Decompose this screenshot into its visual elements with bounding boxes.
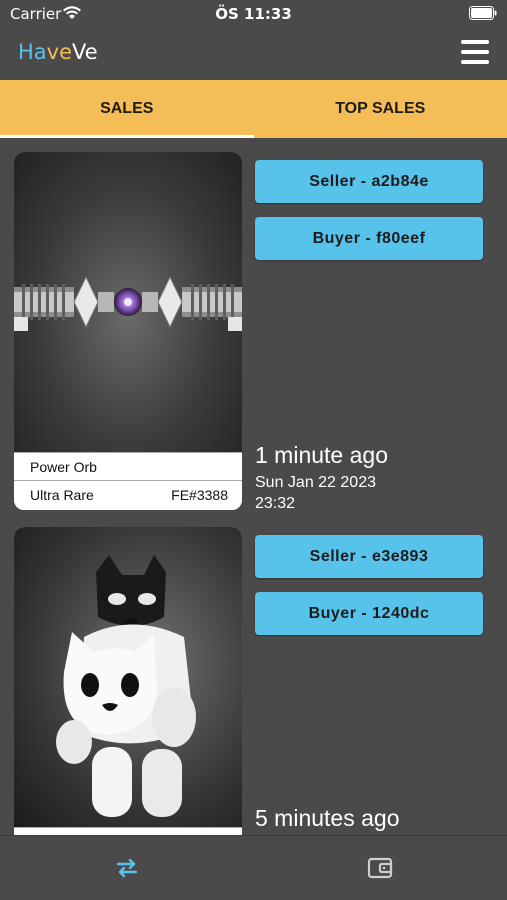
item-name: Power Orb	[14, 452, 242, 481]
swap-arrows-icon	[116, 858, 137, 878]
item-image	[14, 152, 242, 452]
tab-sales[interactable]: SALES	[0, 80, 254, 138]
logo-part: Ha	[18, 40, 47, 64]
buyer-button[interactable]: Buyer - 1240dc	[255, 592, 483, 635]
logo-part: ve	[46, 40, 73, 64]
time-ago: 5 minutes ago	[255, 805, 400, 831]
sale-time: 23:32	[255, 495, 296, 512]
logo-part: Ve	[72, 40, 98, 64]
battery-icon	[469, 6, 497, 20]
item-meta: Ultra Rare FE#3388	[14, 481, 242, 510]
item-serial: FE#3388	[171, 487, 228, 503]
sale-date: Sun Jan 22 2023	[255, 474, 376, 491]
seller-button[interactable]: Seller - e3e893	[255, 535, 483, 578]
seller-button[interactable]: Seller - a2b84e	[255, 160, 483, 203]
power-orb-artwork	[14, 275, 242, 331]
tab-top-sales[interactable]: TOP SALES	[254, 80, 507, 138]
bear-figure-artwork	[56, 555, 196, 817]
item-card[interactable]	[14, 527, 242, 835]
sales-feed[interactable]: Power Orb Ultra Rare FE#3388 Seller - a2…	[0, 138, 507, 835]
bottom-nav	[0, 835, 507, 900]
hamburger-menu-icon[interactable]	[461, 40, 489, 64]
item-image	[14, 527, 242, 827]
nav-sales[interactable]	[0, 836, 254, 900]
tab-bar: SALES TOP SALES	[0, 80, 507, 138]
time-ago: 1 minute ago	[255, 442, 388, 468]
buyer-button[interactable]: Buyer - f80eef	[255, 217, 483, 260]
sale-entry: Seller - e3e893 Buyer - 1240dc 5 minutes…	[0, 527, 507, 835]
sale-entry: Power Orb Ultra Rare FE#3388 Seller - a2…	[0, 152, 507, 512]
app-header: HaveVe	[0, 28, 507, 80]
nav-wallet[interactable]	[254, 836, 507, 900]
app-logo: HaveVe	[18, 40, 98, 64]
clock: ÖS 11:33	[215, 5, 292, 23]
item-rarity: Ultra Rare	[30, 487, 94, 503]
item-card[interactable]: Power Orb Ultra Rare FE#3388	[14, 152, 242, 510]
status-bar: Carrier ÖS 11:33	[0, 0, 507, 28]
item-name	[14, 827, 242, 835]
sale-datetime: Sun Jan 22 2023 23:32	[255, 472, 376, 514]
wallet-icon	[368, 857, 393, 879]
